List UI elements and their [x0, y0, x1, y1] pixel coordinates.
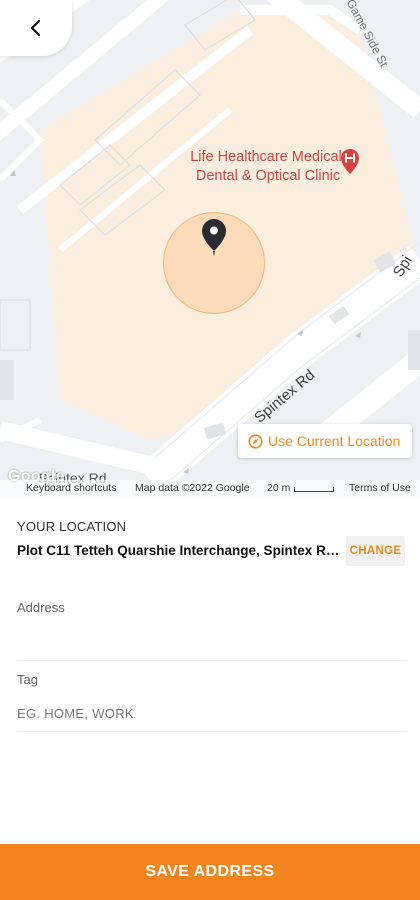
scale-label: 20 m [267, 482, 291, 494]
location-value: Plot C11 Tetteh Quarshie Interchange, Sp… [17, 543, 347, 558]
tag-input[interactable] [17, 699, 407, 727]
scale-bar [294, 487, 334, 492]
poi-label-line1: Life Healthcare Medical, [190, 149, 346, 165]
compass-icon [248, 433, 263, 449]
map-attribution: Keyboard shortcuts Map data ©2022 Google… [0, 480, 420, 498]
back-button[interactable] [0, 0, 72, 56]
use-current-location-label: Use Current Location [268, 433, 401, 449]
chevron-left-icon [30, 19, 41, 37]
address-label: Address [17, 600, 65, 615]
divider [17, 731, 407, 732]
divider [17, 660, 407, 661]
tag-label: Tag [17, 672, 38, 687]
map-data-credit: Map data ©2022 Google [135, 482, 250, 494]
hospital-icon[interactable] [340, 148, 360, 182]
address-form: YOUR LOCATION Plot C11 Tetteh Quarshie I… [0, 498, 420, 844]
add-address-screen: Game Side St Spi Spintex Rd Life Healthc… [0, 0, 420, 900]
map-view[interactable]: Game Side St Spi Spintex Rd Life Healthc… [0, 0, 420, 498]
poi-label-line2: Dental & Optical Clinic [195, 168, 341, 184]
save-address-button[interactable]: SAVE ADDRESS [0, 844, 420, 900]
keyboard-shortcuts-link[interactable]: Keyboard shortcuts [26, 482, 116, 494]
your-location-label: YOUR LOCATION [17, 519, 127, 534]
use-current-location-button[interactable]: Use Current Location [238, 424, 412, 458]
address-input[interactable] [17, 622, 407, 650]
poi-label[interactable]: Life Healthcare Medical, Dental & Optica… [168, 148, 368, 186]
terms-of-use-link[interactable]: Terms of Use [349, 482, 411, 494]
change-location-button[interactable]: CHANGE [346, 536, 405, 566]
location-pin-icon[interactable] [201, 218, 227, 256]
